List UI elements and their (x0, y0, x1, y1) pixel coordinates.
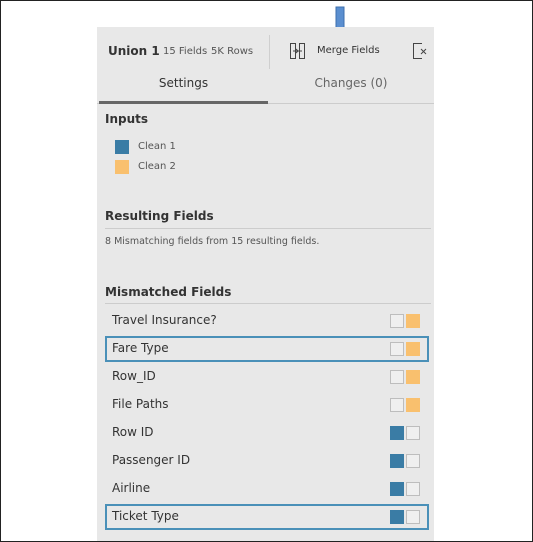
header-divider (269, 35, 270, 69)
inputs-heading: Inputs (105, 112, 149, 126)
resulting-fields-heading: Resulting Fields (105, 209, 214, 223)
merge-fields-button[interactable]: Merge Fields (317, 45, 380, 56)
mismatched-field-row[interactable]: Travel Insurance? (105, 308, 429, 334)
field-name: File Paths (112, 397, 169, 411)
union-settings-panel: Union 1 15 Fields 5K Rows Merge Fields S… (97, 27, 434, 541)
clean-2-indicator (406, 398, 420, 412)
mismatched-field-row[interactable]: Passenger ID (105, 448, 429, 474)
field-name: Fare Type (112, 341, 169, 355)
panel-header: Union 1 15 Fields 5K Rows Merge Fields (97, 27, 434, 75)
field-name: Travel Insurance? (112, 313, 217, 327)
clean-1-indicator (390, 398, 404, 412)
clean-2-indicator (406, 482, 420, 496)
input-label: Clean 2 (138, 161, 176, 172)
input-color-swatch (115, 160, 129, 174)
tab-settings[interactable]: Settings (99, 75, 268, 104)
mismatched-field-row[interactable]: Fare Type (105, 336, 429, 362)
field-name: Passenger ID (112, 453, 191, 467)
field-name: Ticket Type (112, 509, 179, 523)
mismatched-field-row[interactable]: Airline (105, 476, 429, 502)
clean-1-indicator (390, 370, 404, 384)
clean-1-indicator (390, 314, 404, 328)
settings-tabs: Settings Changes (0) (97, 75, 434, 104)
merge-fields-icon[interactable] (290, 43, 305, 59)
resulting-fields-summary: 8 Mismatching fields from 15 resulting f… (105, 236, 320, 247)
field-name: Row ID (112, 425, 154, 439)
clean-2-indicator (406, 370, 420, 384)
remove-field-icon[interactable] (413, 43, 427, 59)
clean-1-indicator (390, 342, 404, 356)
clean-2-indicator (406, 454, 420, 468)
clean-2-indicator (406, 314, 420, 328)
mismatched-field-row[interactable]: Row ID (105, 420, 429, 446)
clean-1-indicator (390, 510, 404, 524)
clean-2-indicator (406, 510, 420, 524)
field-name: Airline (112, 481, 151, 495)
mismatched-field-row[interactable]: File Paths (105, 392, 429, 418)
section-divider (105, 228, 431, 229)
input-label: Clean 1 (138, 141, 176, 152)
clean-2-indicator (406, 426, 420, 440)
clean-1-indicator (390, 482, 404, 496)
step-title: Union 1 (108, 44, 160, 58)
clean-2-indicator (406, 342, 420, 356)
section-divider (105, 303, 431, 304)
tab-changes[interactable]: Changes (0) (268, 75, 434, 103)
row-count: 5K Rows (211, 46, 254, 57)
clean-1-indicator (390, 426, 404, 440)
field-name: Row_ID (112, 369, 156, 383)
mismatched-field-row[interactable]: Ticket Type (105, 504, 429, 530)
mismatched-field-row[interactable]: Row_ID (105, 364, 429, 390)
clean-1-indicator (390, 454, 404, 468)
field-count: 15 Fields (163, 46, 208, 57)
input-color-swatch (115, 140, 129, 154)
mismatched-fields-heading: Mismatched Fields (105, 285, 232, 299)
